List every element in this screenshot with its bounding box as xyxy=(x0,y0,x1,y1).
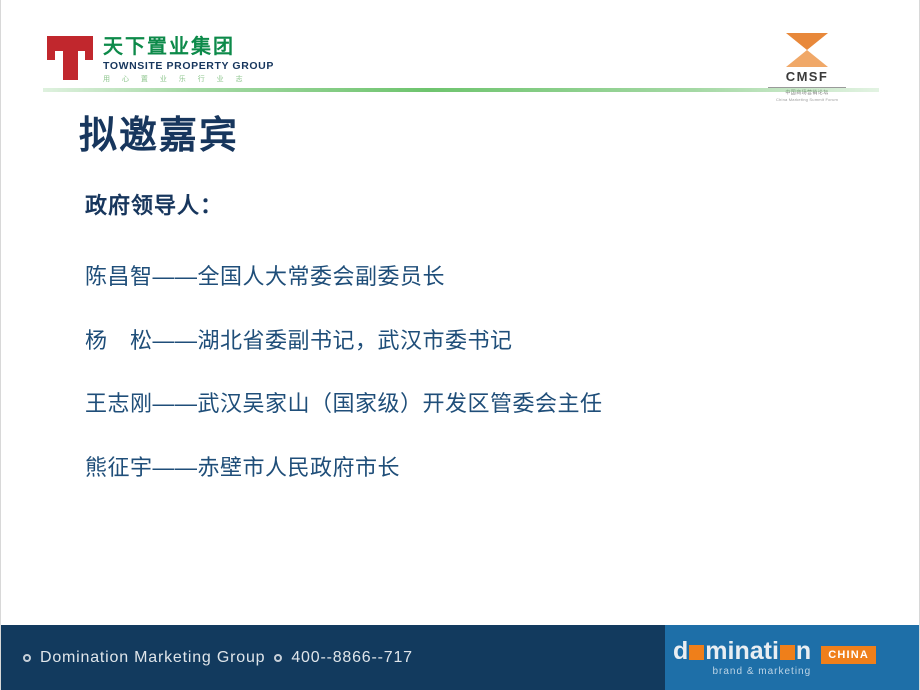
domination-word-part1: d xyxy=(673,636,689,665)
page-title: 拟邀嘉宾 xyxy=(79,115,240,157)
footer-contact-info: Domination Marketing Group 400--8866--71… xyxy=(23,625,413,690)
orange-square-icon xyxy=(689,644,705,660)
bullet-dot-icon xyxy=(23,653,31,662)
header-green-divider xyxy=(43,88,879,92)
footer-phone-number: 400--8866--717 xyxy=(291,648,413,666)
list-item: 熊征宇——赤壁市人民政府市长 xyxy=(85,454,401,480)
bullet-dot-icon xyxy=(274,653,283,662)
townsite-logo-chinese-name: 天下置业集团 xyxy=(103,36,235,58)
townsite-t-mark-icon xyxy=(47,36,93,80)
cmsf-english-subtitle: China Marketing Summit Forum xyxy=(775,96,839,102)
china-badge: CHINA xyxy=(821,645,877,664)
guest-list: 陈昌智——全国人大常委会副委员长 杨 松——湖北省委副书记，武汉市委书记 王志刚… xyxy=(85,263,845,517)
townsite-logo-tagline: 用 心 置 业 乐 行 业 志 xyxy=(103,75,248,83)
domination-word: d minati n xyxy=(673,636,812,665)
townsite-property-group-logo: 天下置业集团 TOWNSITE PROPERTY GROUP 用 心 置 业 乐… xyxy=(47,36,274,84)
domination-logo: d minati n brand & marketing CHINA xyxy=(673,636,877,677)
footer-company-name: Domination Marketing Group xyxy=(40,648,266,666)
presentation-slide: 天下置业集团 TOWNSITE PROPERTY GROUP 用 心 置 业 乐… xyxy=(0,0,920,690)
list-item: 陈昌智——全国人大常委会副委员长 xyxy=(85,264,446,289)
domination-word-part2: minati xyxy=(705,636,779,665)
section-heading: 政府领导人： xyxy=(85,193,224,218)
list-item: 杨 松——湖北省委副书记，武汉市委书记 xyxy=(85,327,513,353)
cmsf-hourglass-icon xyxy=(786,33,828,67)
slide-header: 天下置业集团 TOWNSITE PROPERTY GROUP 用 心 置 业 乐… xyxy=(1,0,919,102)
orange-square-icon xyxy=(779,644,795,660)
townsite-logo-text: 天下置业集团 TOWNSITE PROPERTY GROUP 用 心 置 业 乐… xyxy=(103,36,274,84)
list-item: 王志刚——武汉吴家山（国家级）开发区管委会主任 xyxy=(85,391,603,416)
slide-footer: Domination Marketing Group 400--8866--71… xyxy=(1,625,919,690)
domination-tagline: brand & marketing xyxy=(712,665,812,677)
townsite-logo-english-name: TOWNSITE PROPERTY GROUP xyxy=(103,60,274,72)
cmsf-acronym: CMSF xyxy=(785,69,829,84)
domination-word-part3: n xyxy=(795,636,812,665)
domination-brand-panel: d minati n brand & marketing CHINA xyxy=(665,625,919,690)
cmsf-logo: CMSF 中国商场营销论坛 China Marketing Summit For… xyxy=(761,33,853,103)
domination-wordmark: d minati n brand & marketing xyxy=(673,636,812,677)
